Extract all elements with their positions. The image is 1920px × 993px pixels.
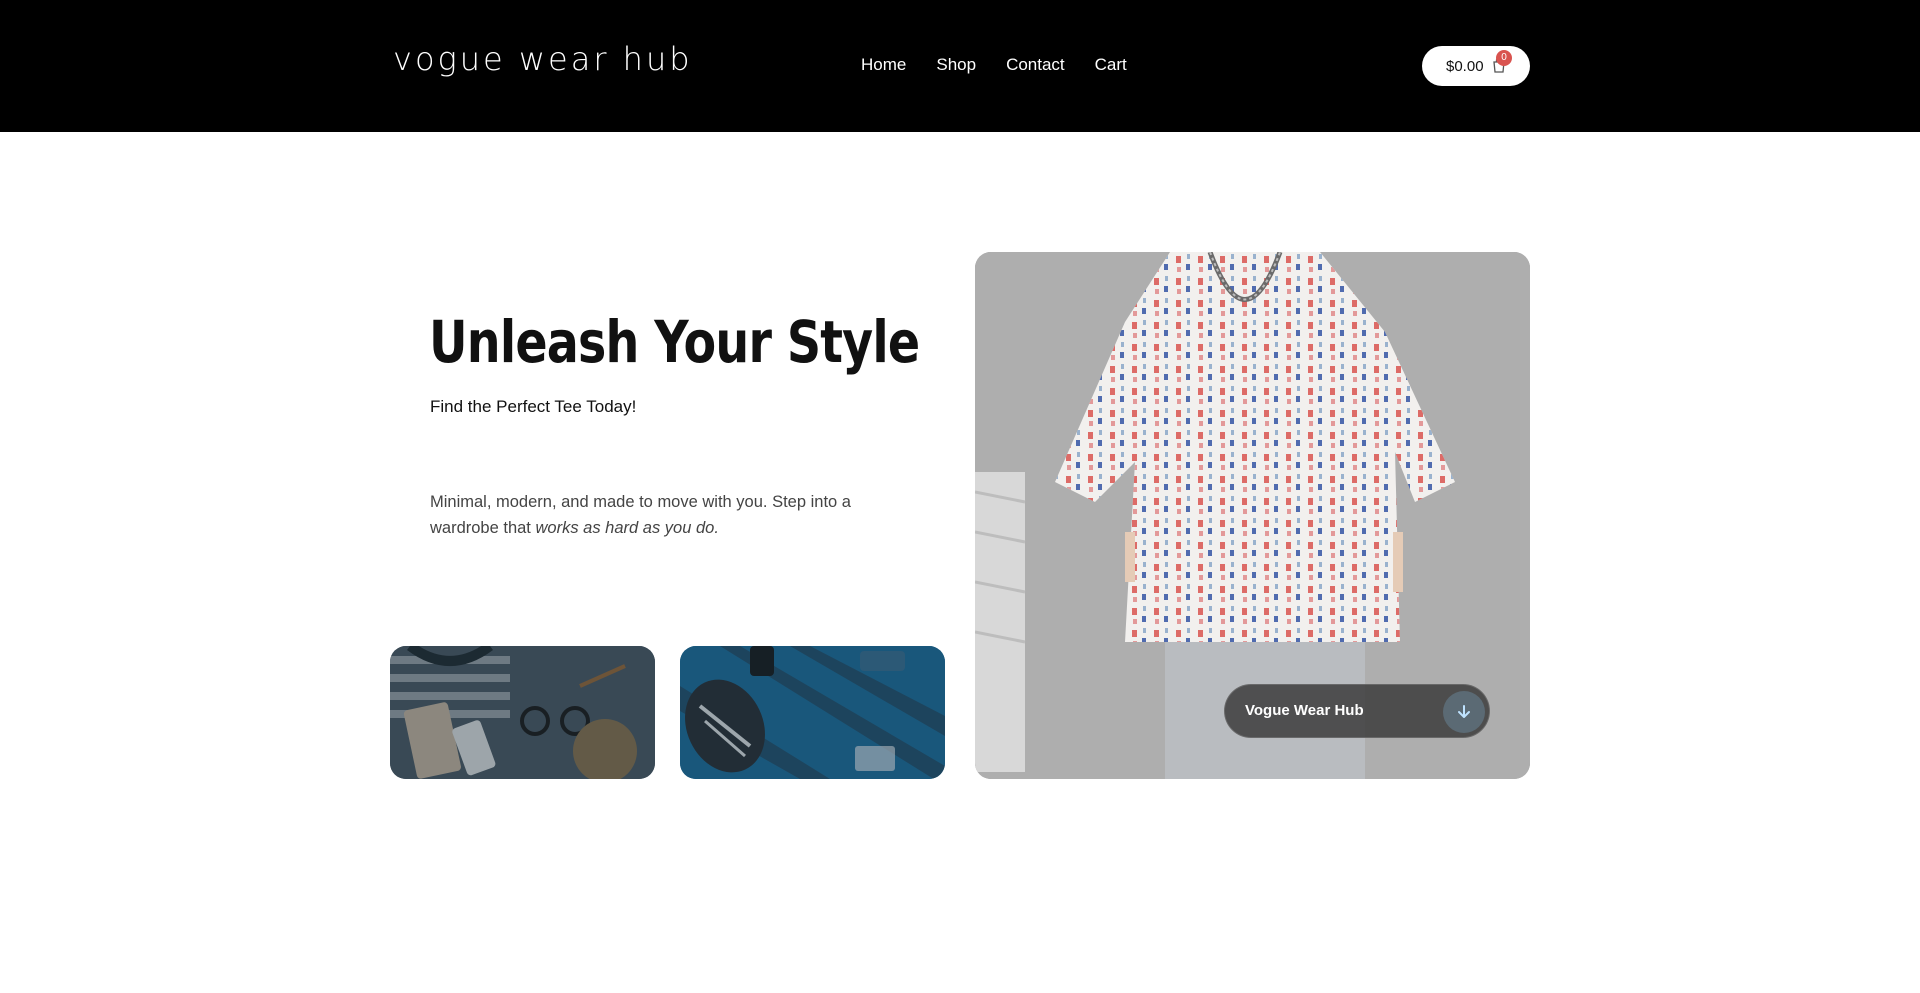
feature-badge-label: Vogue Wear Hub [1245, 702, 1364, 719]
main-nav: Home Shop Contact Cart [861, 55, 1157, 75]
scroll-down-button[interactable] [1443, 691, 1485, 733]
cart-count-badge: 0 [1496, 50, 1512, 66]
hero-description-emphasis: works as hard as you do. [535, 519, 719, 537]
hero-model-image: Vogue Wear Hub [975, 252, 1530, 779]
site-header: vogue wear hub Home Shop Contact Cart $0… [0, 0, 1920, 132]
nav-shop[interactable]: Shop [936, 55, 976, 75]
hero-title: Unleash Your Style [429, 308, 920, 376]
nav-contact[interactable]: Contact [1006, 55, 1065, 75]
cart-total: $0.00 [1446, 57, 1484, 75]
feature-badge: Vogue Wear Hub [1224, 684, 1490, 738]
hero-description: Minimal, modern, and made to move with y… [430, 489, 860, 541]
nav-cart[interactable]: Cart [1095, 55, 1127, 75]
arrow-down-icon [1458, 705, 1470, 718]
mini-cart-button[interactable]: $0.00 0 [1422, 46, 1530, 86]
flatlay-image-accessories [390, 646, 655, 779]
flatlay-image-sneakers [680, 646, 945, 779]
site-logo[interactable]: vogue wear hub [393, 40, 693, 78]
hero-subtitle: Find the Perfect Tee Today! [430, 397, 637, 416]
nav-home[interactable]: Home [861, 55, 906, 75]
